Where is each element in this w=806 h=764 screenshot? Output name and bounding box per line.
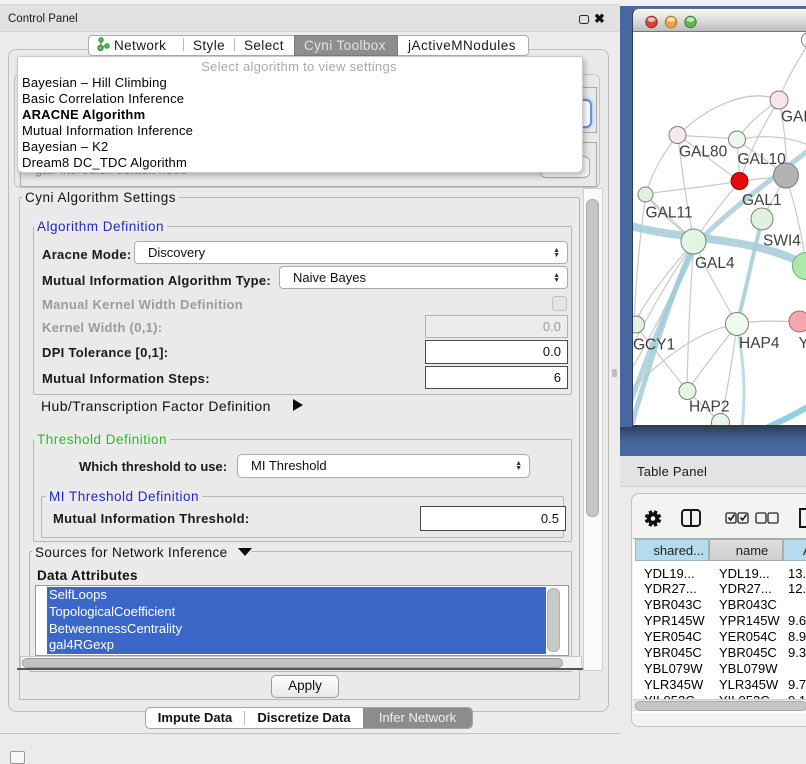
svg-text:GAL4: GAL4 [695,255,735,272]
svg-text:GAL11: GAL11 [646,205,693,222]
svg-text:HAP2: HAP2 [689,399,730,416]
svg-text:GAL80: GAL80 [679,144,728,161]
svg-text:GAL1: GAL1 [742,192,782,209]
svg-text:SWI4: SWI4 [763,233,801,250]
svg-text:GAL10: GAL10 [738,151,787,168]
svg-text:HAP4: HAP4 [739,335,780,352]
svg-text:GCY1: GCY1 [633,337,675,354]
svg-text:YEL: YEL [799,335,806,352]
svg-text:GAL7: GAL7 [781,109,806,126]
